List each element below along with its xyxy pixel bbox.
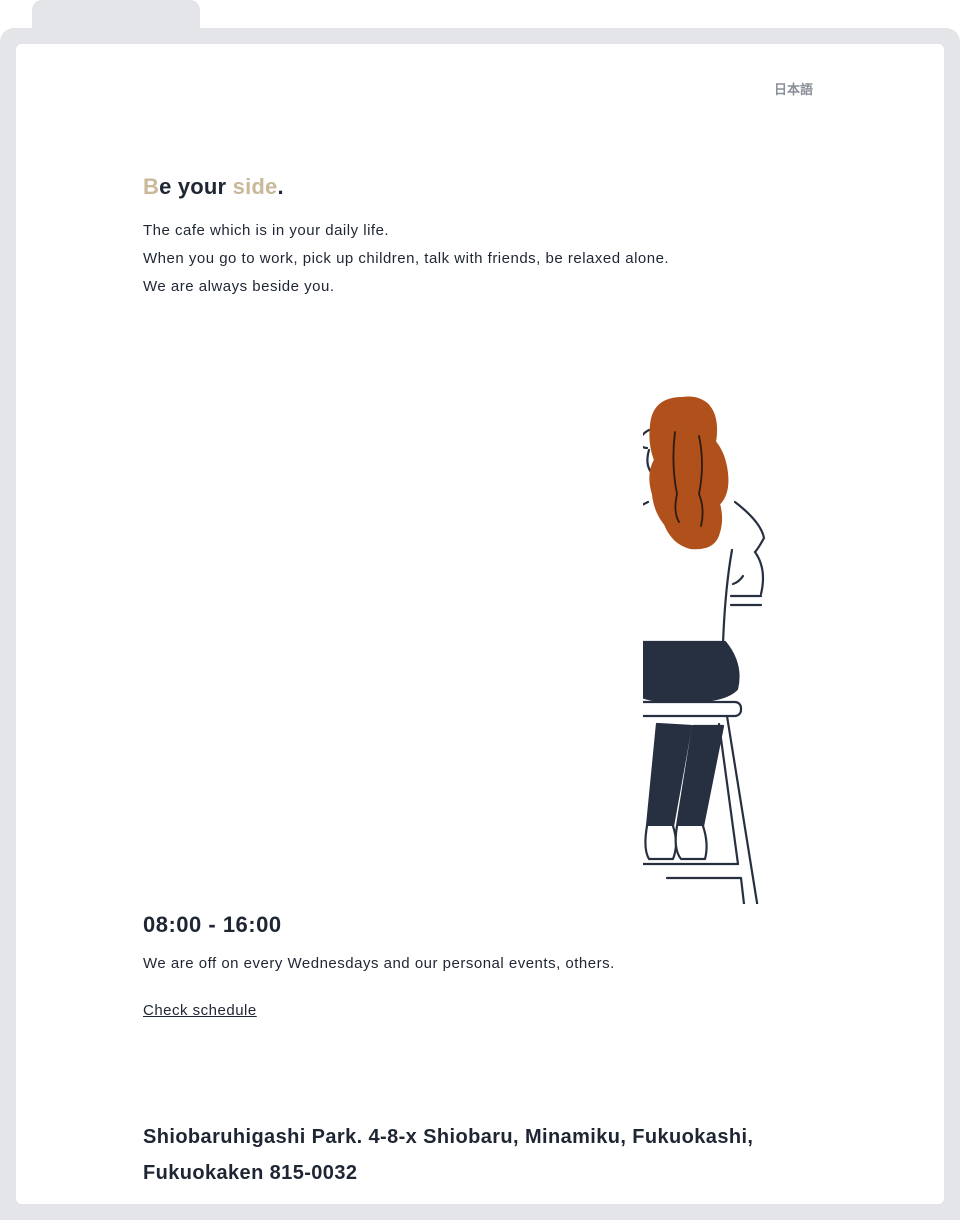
- headline-e-your: e your: [159, 174, 233, 199]
- intro-line: The cafe which is in your daily life.: [143, 222, 390, 239]
- woman-on-stool-illustration: [643, 396, 766, 904]
- check-schedule-link[interactable]: Check schedule: [143, 1002, 257, 1019]
- page: 日本語 Be your side. The cafe which is in y…: [16, 44, 944, 1204]
- language-switch-link[interactable]: 日本語: [774, 79, 813, 98]
- headline-b: B: [143, 174, 160, 199]
- headline-side: side: [232, 174, 278, 199]
- intro-line: When you go to work, pick up children, t…: [143, 250, 670, 267]
- address: Shiobaruhigashi Park. 4-8-x Shiobaru, Mi…: [143, 1126, 754, 1184]
- intro-text: The cafe which is in your daily life. Wh…: [143, 217, 843, 301]
- intro-line: We are always beside you.: [143, 278, 335, 295]
- opening-hours: 08:00 - 16:00: [143, 912, 282, 937]
- headline-period: .: [277, 174, 284, 199]
- headline: Be your side.: [143, 174, 284, 200]
- closed-days-note: We are off on every Wednesdays and our p…: [143, 955, 615, 972]
